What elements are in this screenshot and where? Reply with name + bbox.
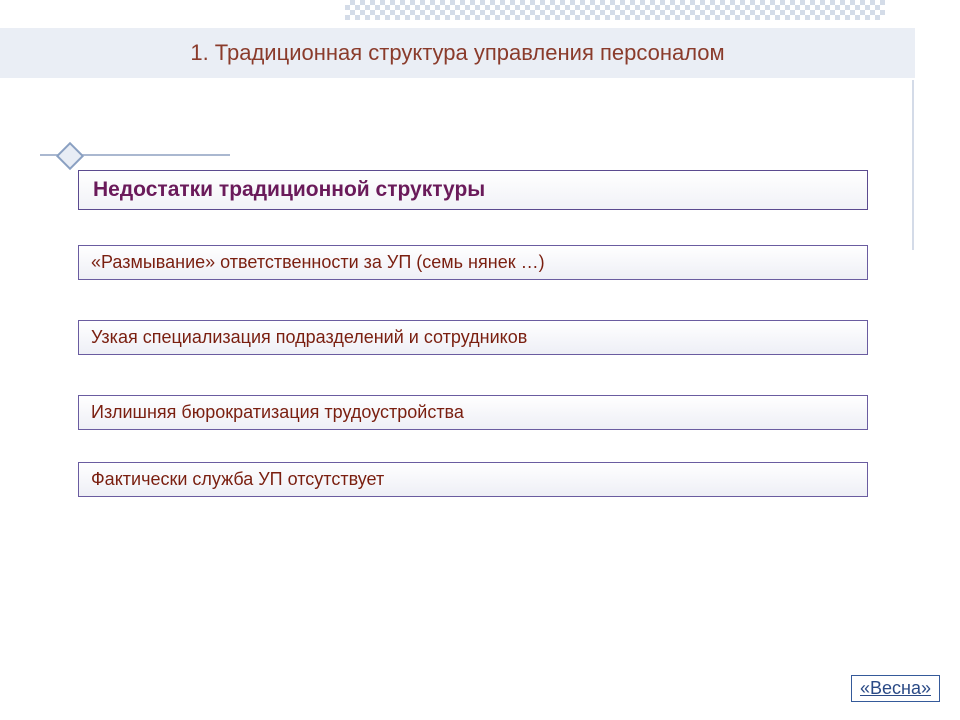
right-divider xyxy=(912,80,914,250)
section-heading: Недостатки традиционной структуры xyxy=(93,178,485,201)
list-item: Излишняя бюрократизация трудоустройства xyxy=(78,395,868,430)
list-item: «Размывание» ответственности за УП (семь… xyxy=(78,245,868,280)
list-item-text: Фактически служба УП отсутствует xyxy=(91,469,384,489)
slide-title-bar: 1. Традиционная структура управления пер… xyxy=(0,28,915,78)
top-pattern-strip xyxy=(345,0,885,20)
list-item-text: Излишняя бюрократизация трудоустройства xyxy=(91,402,464,422)
list-item-text: Узкая специализация подразделений и сотр… xyxy=(91,327,527,347)
list-item-text: «Размывание» ответственности за УП (семь… xyxy=(91,252,545,272)
list-item: Узкая специализация подразделений и сотр… xyxy=(78,320,868,355)
list-item: Фактически служба УП отсутствует xyxy=(78,462,868,497)
anchor-diamond-icon xyxy=(56,142,84,170)
slide-title: 1. Традиционная структура управления пер… xyxy=(190,40,724,66)
footer-link[interactable]: «Весна» xyxy=(851,675,940,702)
section-heading-box: Недостатки традиционной структуры xyxy=(78,170,868,210)
footer-link-text: «Весна» xyxy=(860,678,931,698)
